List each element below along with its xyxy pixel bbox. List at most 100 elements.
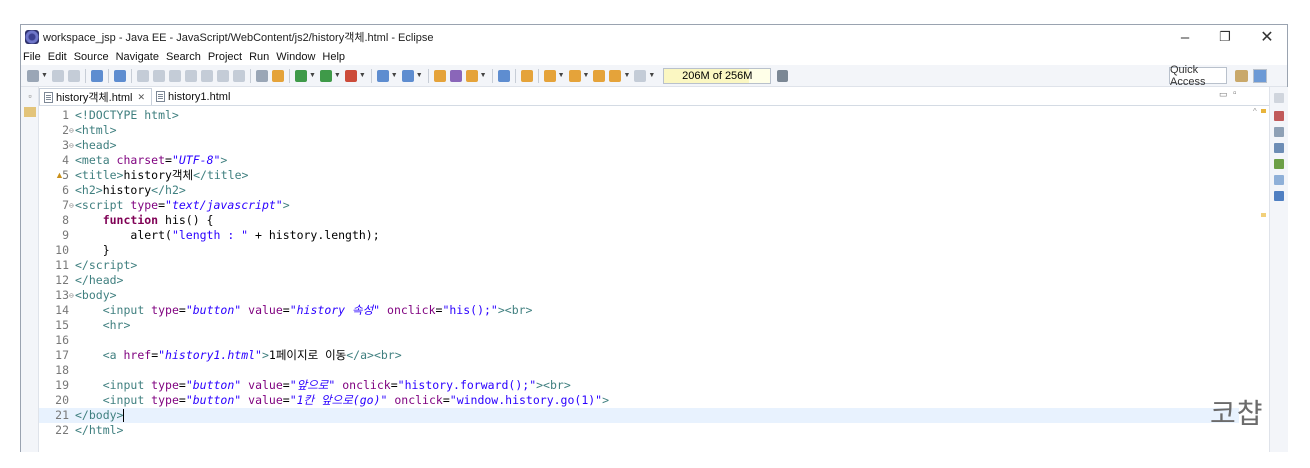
menu-file[interactable]: File [23, 51, 41, 63]
code-line[interactable]: 15 <hr> [39, 318, 1239, 333]
open-perspective-icon[interactable] [1235, 70, 1248, 82]
resume-icon[interactable] [136, 69, 149, 82]
garbage-collect-icon[interactable] [777, 69, 789, 82]
restore-icon[interactable]: ▫ [24, 91, 36, 101]
code-line[interactable]: 11 </script> [39, 258, 1239, 273]
code-line[interactable]: 6 <h2>history</h2> [39, 183, 1239, 198]
menu-project[interactable]: Project [208, 51, 242, 63]
code-line[interactable]: 3⊖<head> [39, 138, 1239, 153]
project-explorer-icon[interactable] [24, 107, 36, 117]
code-line[interactable]: 22 </html> [39, 423, 1239, 438]
minimize-button[interactable]: – [1167, 27, 1203, 47]
save-icon[interactable] [51, 69, 64, 82]
debug-icon[interactable] [294, 69, 307, 82]
menu-window[interactable]: Window [276, 51, 315, 63]
code-line[interactable]: 7⊖<script type="text/javascript"> [39, 198, 1239, 213]
code-line[interactable]: 20 <input type="button" value="1칸 앞으로(go… [39, 393, 1239, 408]
new-project-dropdown-icon[interactable]: ▼ [391, 72, 398, 79]
forward-dropdown-icon[interactable]: ▼ [648, 72, 655, 79]
open-folder-icon[interactable] [433, 69, 446, 82]
prev-annotation-icon[interactable] [568, 69, 581, 82]
code-line[interactable]: 16 [39, 333, 1239, 348]
menu-search[interactable]: Search [166, 51, 201, 63]
debug-dropdown-icon[interactable]: ▼ [309, 72, 316, 79]
servers-icon[interactable] [271, 69, 284, 82]
menu-help[interactable]: Help [322, 51, 345, 63]
new-java-project-icon[interactable] [376, 69, 389, 82]
restore-view-icon[interactable] [1274, 93, 1284, 103]
prev-annotation-dropdown-icon[interactable]: ▼ [583, 72, 590, 79]
new-icon[interactable] [27, 69, 39, 82]
code-line[interactable]: 5 <title>history객체</title> [39, 168, 1239, 183]
line-number: 10 [55, 243, 69, 257]
code-text: alert("length : " + history.length); [130, 228, 380, 242]
next-annotation-dropdown-icon[interactable]: ▼ [558, 72, 565, 79]
step-into-icon[interactable] [200, 69, 213, 82]
code-line[interactable]: 12 </head> [39, 273, 1239, 288]
annotation-icon[interactable] [520, 69, 533, 82]
back-dropdown-icon[interactable]: ▼ [623, 72, 630, 79]
code-line[interactable]: 8 function his() { [39, 213, 1239, 228]
code-line[interactable]: 14 <input type="button" value="history 속… [39, 303, 1239, 318]
suspend-icon[interactable] [152, 69, 165, 82]
servers-view-icon[interactable] [1274, 143, 1284, 153]
quick-access-field[interactable]: Quick Access [1169, 64, 1227, 88]
code-line[interactable]: 17 <a href="history1.html">1페이지로 이동</a><… [39, 348, 1239, 363]
external-tools-dropdown-icon[interactable]: ▼ [359, 72, 366, 79]
minimize-editor-icon[interactable]: ▭ [1219, 89, 1228, 100]
markers-icon[interactable] [1274, 111, 1284, 121]
code-line[interactable]: 13⊖<body> [39, 288, 1239, 303]
maximize-editor-icon[interactable]: ▫ [1233, 88, 1237, 99]
open-type-icon[interactable] [255, 69, 268, 82]
code-line[interactable]: 1 <!DOCTYPE html> [39, 108, 1239, 123]
code-line[interactable]: 21 </body> [39, 408, 1239, 423]
menu-source[interactable]: Source [74, 51, 109, 63]
window-title: workspace_jsp - Java EE - JavaScript/Web… [43, 32, 434, 44]
code-line[interactable]: 18 [39, 363, 1239, 378]
code-line[interactable]: 4 <meta charset="UTF-8"> [39, 153, 1239, 168]
step-return-icon[interactable] [232, 69, 245, 82]
open-task-icon[interactable] [449, 69, 462, 82]
menu-navigate[interactable]: Navigate [116, 51, 159, 63]
snippets-icon[interactable] [1274, 175, 1284, 185]
new-class-dropdown-icon[interactable]: ▼ [416, 72, 423, 79]
terminate-icon[interactable] [168, 69, 181, 82]
heap-status[interactable]: 206M of 256M [663, 67, 772, 84]
disconnect-icon[interactable] [184, 69, 197, 82]
tab-history-object[interactable]: history객체.html ✕ [39, 88, 153, 105]
code-line[interactable]: 2⊖<html> [39, 123, 1239, 138]
code-line[interactable]: 19 <input type="button" value="앞으로" oncl… [39, 378, 1239, 393]
ruler-warning-marker[interactable] [1261, 213, 1266, 217]
globe-icon[interactable] [497, 69, 510, 82]
close-button[interactable]: ✕ [1249, 27, 1285, 47]
run-dropdown-icon[interactable]: ▼ [334, 72, 341, 79]
save-all-icon[interactable] [67, 69, 80, 82]
last-edit-icon[interactable] [593, 69, 606, 82]
tab-history1[interactable]: history1.html [152, 88, 236, 105]
tab-close-icon[interactable]: ✕ [137, 92, 145, 103]
external-tools-icon[interactable] [344, 69, 357, 82]
java-ee-perspective-icon[interactable] [1253, 69, 1267, 83]
forward-icon[interactable] [634, 69, 647, 82]
properties-icon[interactable] [1274, 127, 1284, 137]
menu-edit[interactable]: Edit [48, 51, 67, 63]
code-line[interactable]: 9 alert("length : " + history.length); [39, 228, 1239, 243]
back-icon[interactable] [609, 69, 622, 82]
ruler-collapse-icon[interactable]: ^ [1253, 107, 1257, 116]
console-icon[interactable] [1274, 191, 1284, 201]
ruler-annotation-marker[interactable] [1261, 109, 1266, 113]
run-icon[interactable] [319, 69, 332, 82]
menu-run[interactable]: Run [249, 51, 269, 63]
new-class-icon[interactable] [401, 69, 414, 82]
new-dropdown-icon[interactable]: ▼ [41, 72, 48, 79]
code-line[interactable]: 10 } [39, 243, 1239, 258]
skip-breakpoints-icon[interactable] [113, 69, 126, 82]
step-over-icon[interactable] [216, 69, 229, 82]
code-editor[interactable]: ▲ 1 <!DOCTYPE html> 2⊖<html> 3⊖<head> 4 <meta… [39, 105, 1269, 452]
pen-dropdown-icon[interactable]: ▼ [480, 72, 487, 79]
maximize-button[interactable]: ❐ [1207, 27, 1243, 47]
terminal-icon[interactable] [90, 69, 103, 82]
data-source-icon[interactable] [1274, 159, 1284, 169]
next-annotation-icon[interactable] [543, 69, 556, 82]
pen-icon[interactable] [465, 69, 478, 82]
